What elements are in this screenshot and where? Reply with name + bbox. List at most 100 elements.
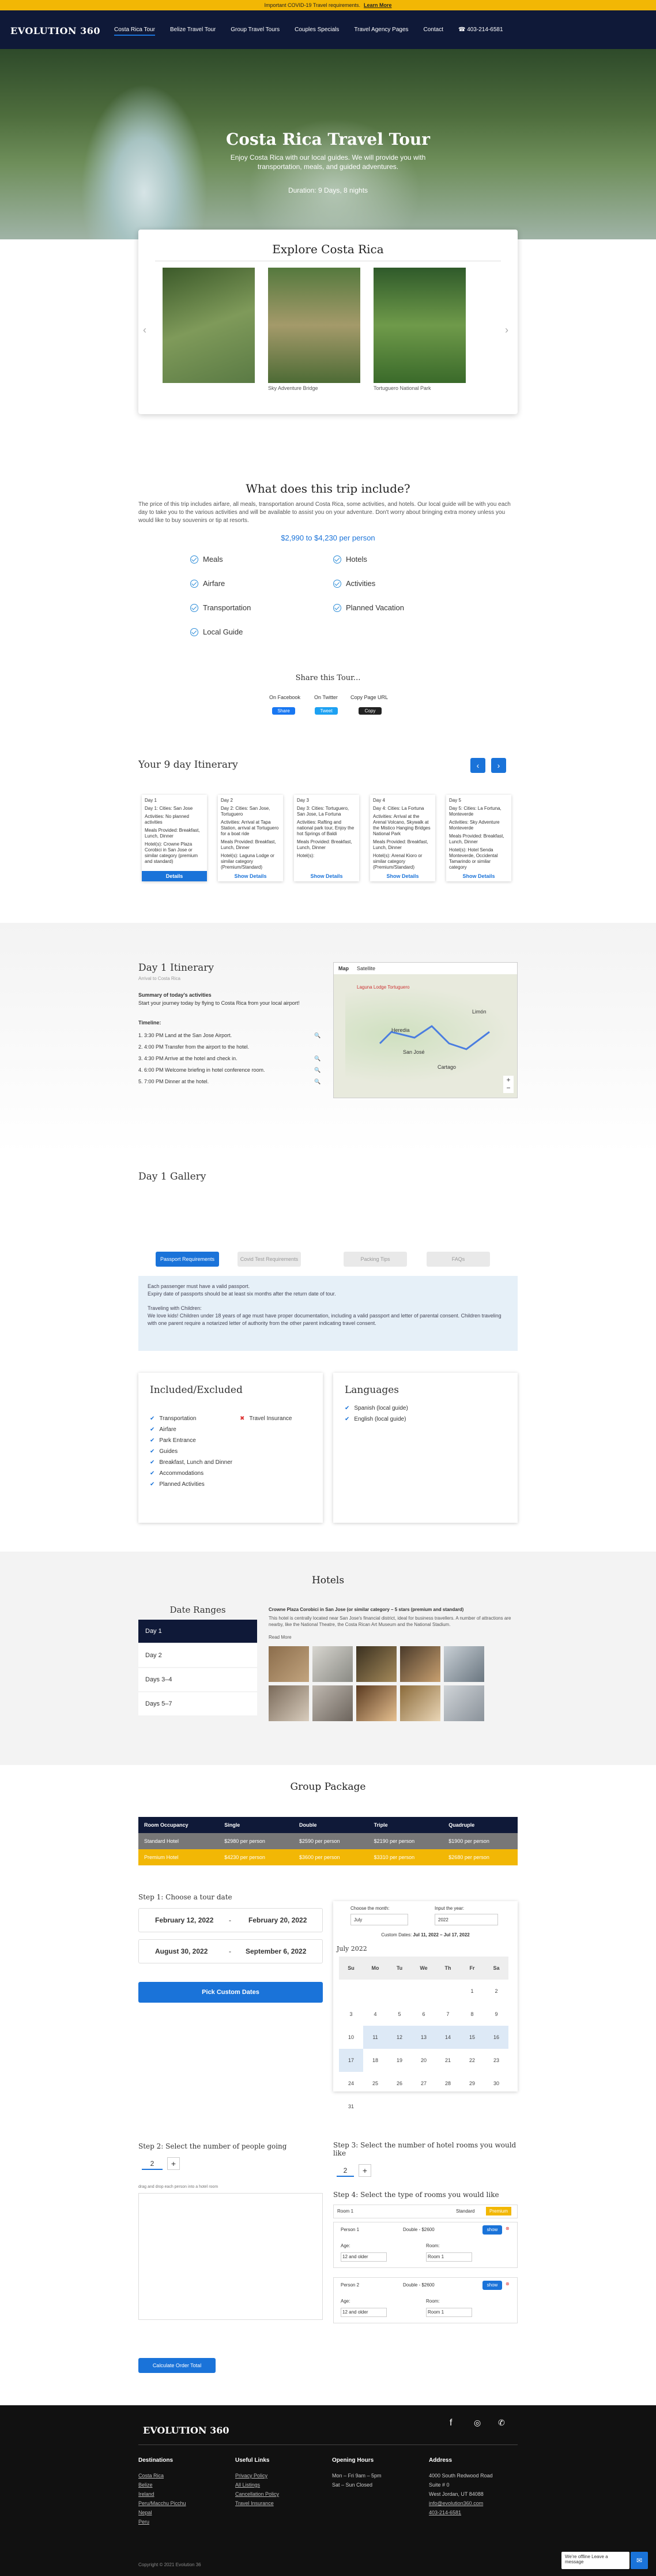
calendar-day[interactable]: 1 — [460, 1980, 484, 2003]
calendar-day[interactable] — [363, 1980, 387, 2003]
standard-toggle[interactable]: Standard — [456, 2209, 474, 2214]
range-item[interactable]: Days 5–7 — [138, 1692, 257, 1715]
footer-link[interactable]: Privacy Policy — [235, 2473, 267, 2479]
hotel-photo[interactable] — [444, 1646, 484, 1682]
footer-link[interactable]: All Listings — [235, 2482, 260, 2488]
range-item[interactable]: Days 3–4 — [138, 1668, 257, 1691]
itinerary-card-day-1[interactable]: Day 1 Day 1: Cities: San Jose Activities: … — [142, 795, 207, 881]
email-link[interactable]: info@evolution360.com — [429, 2500, 483, 2506]
hotel-photo[interactable] — [444, 1685, 484, 1721]
hotel-photo[interactable] — [400, 1685, 440, 1721]
tab-faqs[interactable]: FAQs — [427, 1252, 490, 1267]
room-increment-button[interactable]: + — [359, 2164, 371, 2177]
calendar-day[interactable]: 9 — [484, 2003, 508, 2026]
calendar-day-selected[interactable]: 12 — [387, 2026, 412, 2049]
age-select[interactable]: 12 and older — [341, 2252, 387, 2262]
footer-link[interactable]: Nepal — [138, 2510, 152, 2515]
nav-item-belize[interactable]: Belize Travel Tour — [170, 27, 216, 36]
calendar-day[interactable]: 5 — [387, 2003, 412, 2026]
phone-link[interactable]: 403-214-6581 — [429, 2510, 461, 2515]
calendar-day-selected[interactable]: 17 — [339, 2049, 363, 2072]
copy-url-button[interactable]: Copy — [359, 707, 382, 715]
learn-more-link[interactable]: Learn More — [364, 2, 392, 8]
footer-link[interactable]: Belize — [138, 2482, 153, 2488]
range-item-active[interactable]: Day 1 — [138, 1620, 257, 1643]
hotel-photo[interactable] — [356, 1685, 397, 1721]
calendar-day[interactable] — [387, 1980, 412, 2003]
nav-item-contact[interactable]: Contact — [424, 27, 443, 36]
site-logo[interactable]: EVOLUTION 360 — [10, 25, 100, 36]
month-select[interactable]: July — [350, 1914, 408, 1925]
zoom-icon[interactable]: 🔍 — [314, 1032, 321, 1039]
footer-link[interactable]: Ireland — [138, 2491, 154, 2497]
people-count-input[interactable]: 2 — [142, 2157, 163, 2170]
people-increment-button[interactable]: + — [167, 2157, 180, 2170]
calendar-day-selected[interactable]: 13 — [412, 2026, 436, 2049]
footer-link[interactable]: Cancellation Policy — [235, 2491, 279, 2497]
zoom-icon[interactable]: 🔍 — [314, 1067, 321, 1073]
calendar-day[interactable]: 2 — [484, 1980, 508, 2003]
itinerary-next-button[interactable]: › — [491, 758, 506, 773]
footer-link[interactable]: Costa Rica — [138, 2473, 164, 2479]
calendar-day-selected[interactable]: 15 — [460, 2026, 484, 2049]
hotel-photo[interactable] — [269, 1646, 309, 1682]
show-button[interactable]: show — [482, 2225, 502, 2235]
calendar-day-selected[interactable]: 14 — [436, 2026, 460, 2049]
calendar-day[interactable]: 26 — [387, 2072, 412, 2095]
show-details-button[interactable]: Show Details — [218, 871, 283, 881]
premium-toggle[interactable]: Premium — [486, 2207, 512, 2215]
hotel-photo[interactable] — [356, 1646, 397, 1682]
people-drop-zone[interactable] — [138, 2193, 323, 2320]
year-input[interactable]: 2022 — [435, 1914, 498, 1925]
calendar-day[interactable]: 30 — [484, 2072, 508, 2095]
nav-item-group[interactable]: Group Travel Tours — [231, 27, 280, 36]
instagram-icon[interactable]: ◎ — [474, 2418, 481, 2428]
remove-icon[interactable]: ⊗ — [506, 2281, 510, 2286]
nav-phone[interactable]: ☎ 403-214-6581 — [458, 27, 503, 36]
calendar-day[interactable]: 7 — [436, 2003, 460, 2026]
age-select[interactable]: 12 and older — [341, 2308, 387, 2317]
facebook-share-button[interactable]: Share — [272, 707, 295, 715]
tab-packing[interactable]: Packing Tips — [344, 1252, 407, 1267]
calendar-day-selected[interactable]: 11 — [363, 2026, 387, 2049]
carousel-next-icon[interactable]: › — [505, 324, 508, 336]
remove-icon[interactable]: ⊗ — [506, 2226, 510, 2231]
calendar-day[interactable]: 29 — [460, 2072, 484, 2095]
date-range-option-2[interactable]: August 30, 2022 - September 6, 2022 — [138, 1939, 323, 1963]
footer-logo[interactable]: EVOLUTION 360 — [143, 2425, 229, 2436]
itinerary-card-day-2[interactable]: Day 2 Day 2: Cities: San Jose, Tortuguero… — [218, 795, 283, 881]
footer-link[interactable]: Peru/Macchu Picchu — [138, 2500, 186, 2506]
whatsapp-icon[interactable]: ✆ — [498, 2418, 505, 2428]
itinerary-card-day-3[interactable]: Day 3 Day 3: Cities: Tortuguero, San Jose… — [294, 795, 359, 881]
calendar-day[interactable]: 18 — [363, 2049, 387, 2072]
calendar-day[interactable]: 23 — [484, 2049, 508, 2072]
route-map[interactable]: Map Satellite Laguna Lodge Tortuguero San… — [333, 962, 518, 1098]
chat-widget[interactable]: We're offline Leave a message — [561, 2552, 629, 2569]
calendar-day[interactable]: 10 — [339, 2026, 363, 2049]
show-button[interactable]: show — [482, 2281, 502, 2290]
explore-photo-1[interactable] — [163, 268, 255, 383]
pick-custom-dates-button[interactable]: Pick Custom Dates — [138, 1982, 323, 2003]
nav-item-costa-rica[interactable]: Costa Rica Tour — [114, 27, 155, 36]
footer-link[interactable]: Peru — [138, 2519, 149, 2525]
calendar-day[interactable]: 19 — [387, 2049, 412, 2072]
footer-link[interactable]: Travel Insurance — [235, 2500, 274, 2506]
facebook-icon[interactable]: f — [450, 2418, 452, 2428]
show-details-button[interactable]: Show Details — [446, 871, 511, 881]
show-details-button[interactable]: Show Details — [370, 871, 435, 881]
calendar-day[interactable]: 25 — [363, 2072, 387, 2095]
calendar-day[interactable]: 21 — [436, 2049, 460, 2072]
nav-item-couples[interactable]: Couples Specials — [295, 27, 339, 36]
calendar-day[interactable] — [339, 1980, 363, 2003]
itinerary-prev-button[interactable]: ‹ — [470, 758, 485, 773]
calendar-day[interactable]: 28 — [436, 2072, 460, 2095]
calendar-day[interactable]: 22 — [460, 2049, 484, 2072]
calendar-day[interactable]: 3 — [339, 2003, 363, 2026]
twitter-share-button[interactable]: Tweet — [315, 707, 338, 715]
chat-icon[interactable]: ✉ — [631, 2552, 648, 2569]
hotel-photo[interactable] — [312, 1646, 353, 1682]
calendar-day[interactable]: 27 — [412, 2072, 436, 2095]
hotel-photo[interactable] — [269, 1685, 309, 1721]
range-item[interactable]: Day 2 — [138, 1644, 257, 1667]
calendar-day-selected[interactable]: 16 — [484, 2026, 508, 2049]
